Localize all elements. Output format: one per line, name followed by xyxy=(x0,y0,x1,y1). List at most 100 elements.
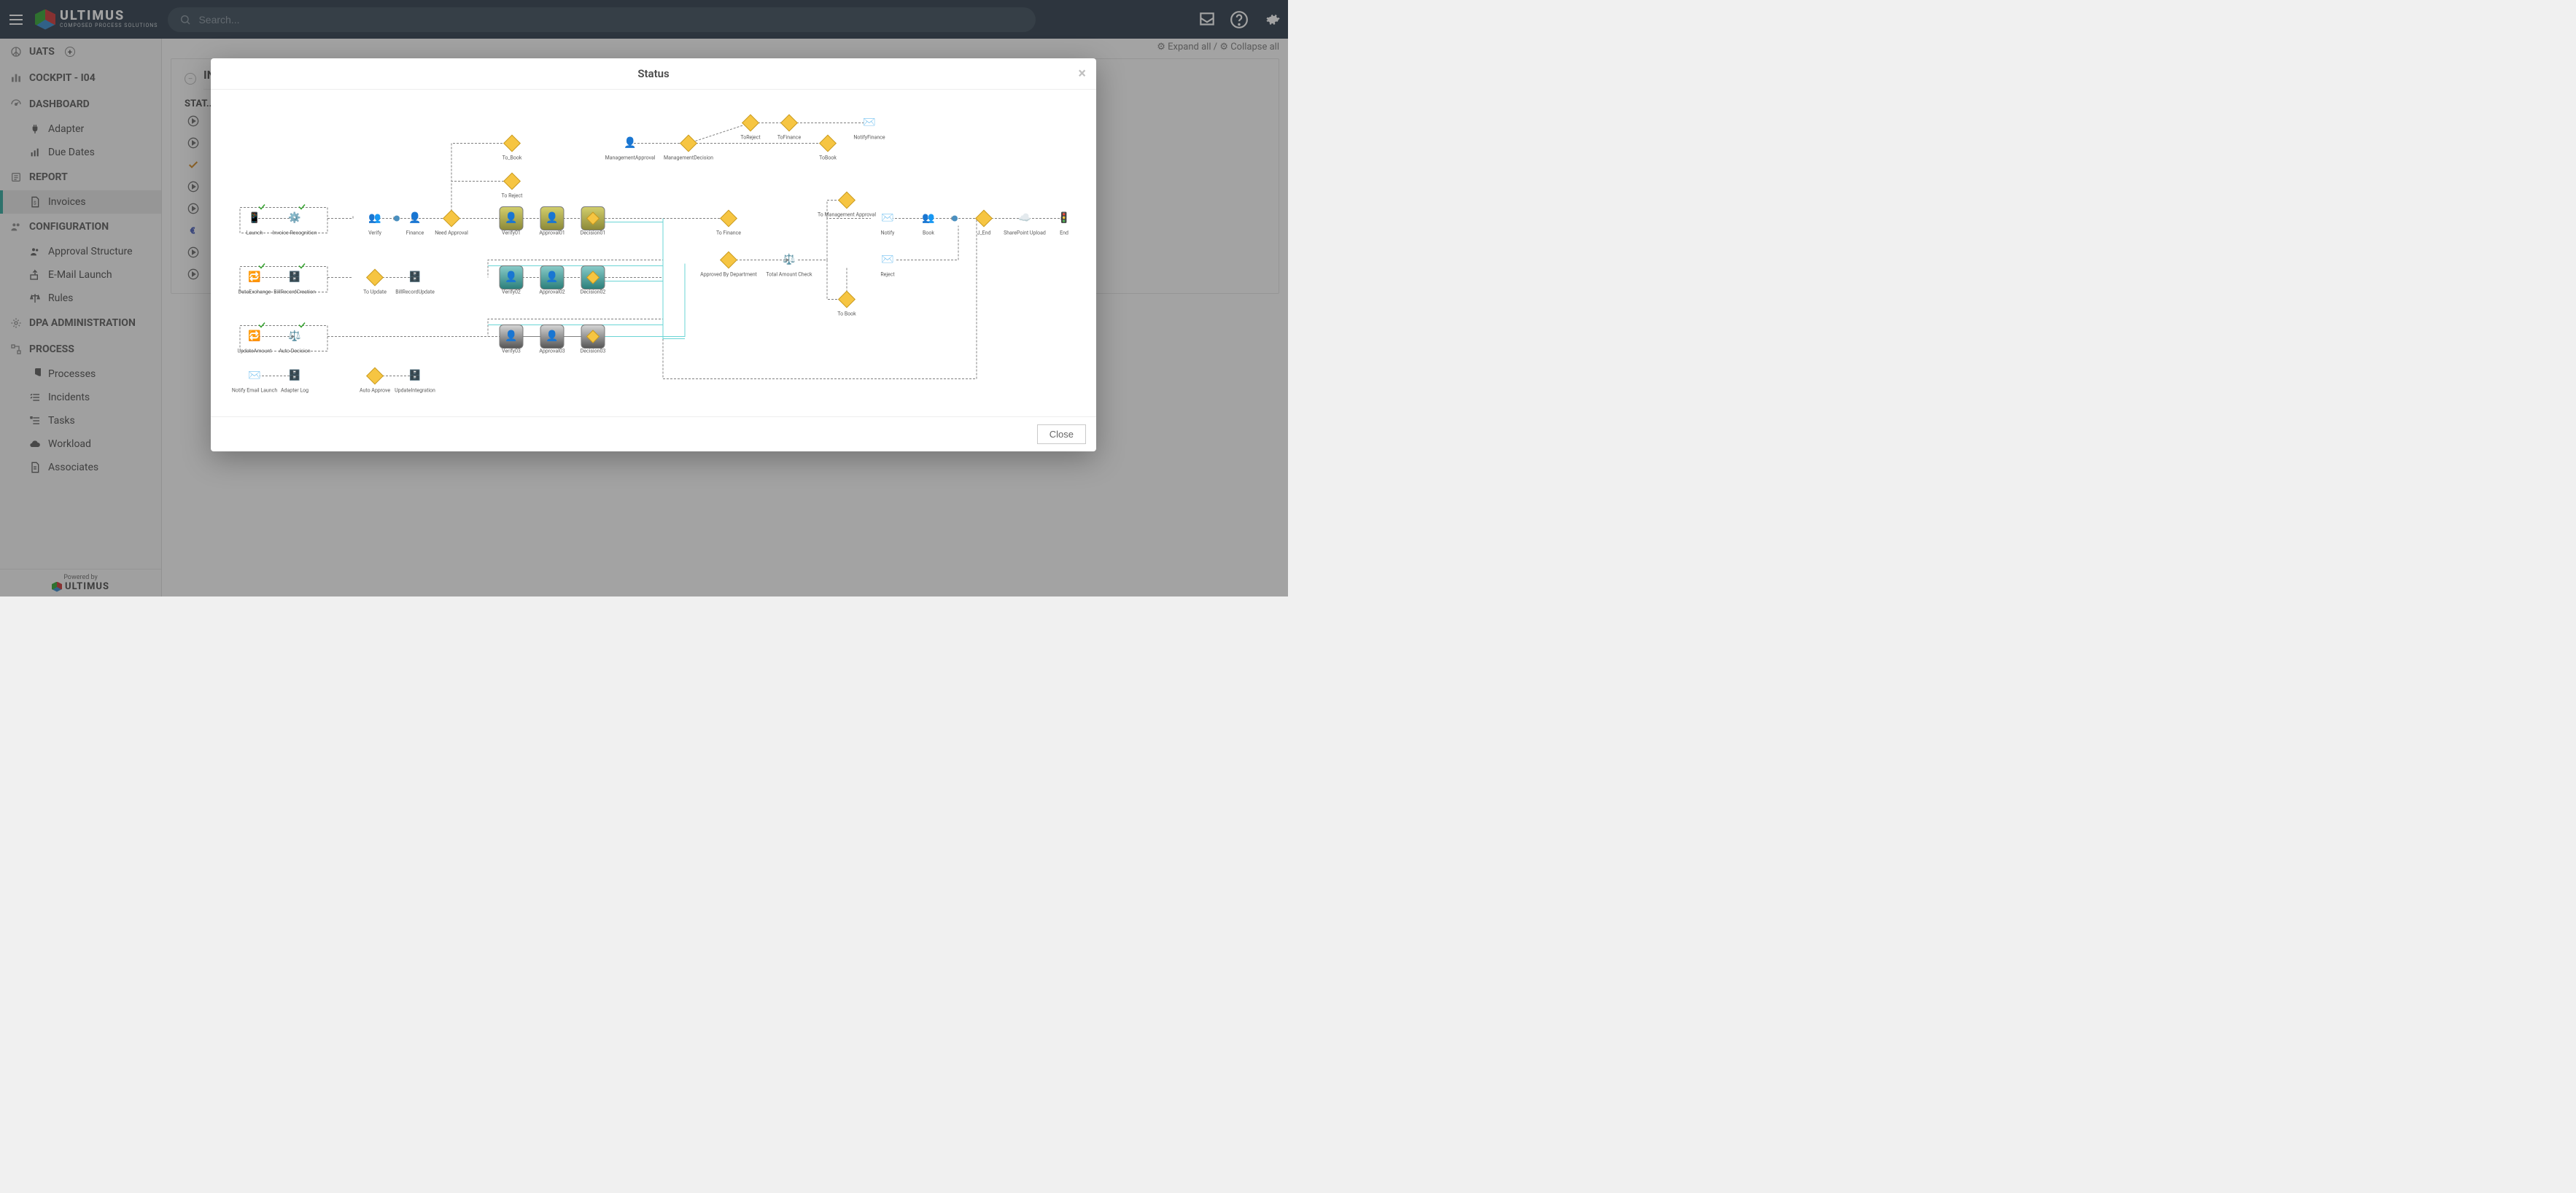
node-sp_upload[interactable]: ☁️SharePoint Upload xyxy=(1004,212,1046,236)
svg-text:🔁: 🔁 xyxy=(248,330,260,342)
node-to_finance3[interactable]: To Finance xyxy=(716,210,741,236)
svg-text:Verify02: Verify02 xyxy=(502,289,521,295)
node-need_approval[interactable]: Need Approval xyxy=(435,210,468,236)
node-to_book_g[interactable]: To_Book xyxy=(503,135,522,160)
close-icon[interactable]: × xyxy=(1078,64,1086,82)
node-data_exchange[interactable]: 🔁 DataExchange xyxy=(238,264,271,295)
svg-text:To Book: To Book xyxy=(837,311,856,317)
svg-text:Auto Approve: Auto Approve xyxy=(360,388,390,394)
svg-text:Decision03: Decision03 xyxy=(581,349,606,354)
node-reject[interactable]: ✉️Reject xyxy=(880,254,895,277)
svg-text:Need Approval: Need Approval xyxy=(435,230,468,236)
svg-text:J_End: J_End xyxy=(977,230,991,236)
svg-text:ToReject: ToReject xyxy=(740,135,761,141)
svg-text:Book: Book xyxy=(923,230,934,236)
node-to_finance2[interactable]: ToFinance xyxy=(777,114,802,140)
svg-text:👤: 👤 xyxy=(408,211,421,224)
modal-header: Status × xyxy=(211,58,1096,90)
process-diagram: 📱 Launch ⚙️ Invoice Recognition 🔁 DataExchang… xyxy=(211,90,1096,416)
node-approval03[interactable]: 👤 Approval03 xyxy=(539,325,565,354)
modal-footer: Close xyxy=(211,416,1096,451)
node-adapter_log[interactable]: 🗄️Adapter Log xyxy=(281,369,309,393)
node-decision03[interactable]: Decision03 xyxy=(581,325,606,354)
svg-text:✉️: ✉️ xyxy=(881,212,893,224)
svg-text:Adapter Log: Adapter Log xyxy=(281,388,309,394)
node-verify02[interactable]: 👤 Verify02 xyxy=(500,266,523,295)
svg-text:👤: 👤 xyxy=(505,271,517,283)
node-dot1[interactable] xyxy=(394,216,400,222)
svg-text:DataExchange: DataExchange xyxy=(238,289,271,295)
svg-text:UpdateIntegration: UpdateIntegration xyxy=(395,388,435,394)
node-notify_email[interactable]: ✉️Notify Email Launch xyxy=(232,370,277,393)
svg-text:🔁: 🔁 xyxy=(248,271,260,283)
svg-text:BillRecordCreation: BillRecordCreation xyxy=(273,289,316,295)
modal-title: Status xyxy=(637,67,669,80)
svg-text:✉️: ✉️ xyxy=(248,370,260,381)
node-decision01[interactable]: Decision01 xyxy=(581,207,606,236)
svg-text:Approval01: Approval01 xyxy=(539,230,565,236)
node-approval01[interactable]: 👤 Approval01 xyxy=(539,207,565,236)
svg-text:ManagementApproval: ManagementApproval xyxy=(605,155,656,161)
node-bill_rec_update[interactable]: 🗄️BillRecordUpdate xyxy=(395,271,435,295)
svg-text:Verify: Verify xyxy=(368,230,382,236)
node-update_integration[interactable]: 🗄️ UpdateIntegration xyxy=(395,369,435,393)
node-to_reject2[interactable]: ToReject xyxy=(740,114,761,140)
svg-text:Decision02: Decision02 xyxy=(581,289,606,295)
node-approval02[interactable]: 👤Approval02 xyxy=(539,266,565,295)
node-to_mgmt_app[interactable]: To Management Approval xyxy=(818,192,876,217)
svg-text:Verify01: Verify01 xyxy=(502,230,521,236)
svg-text:✉️: ✉️ xyxy=(863,117,875,128)
svg-text:Invoice Recognition: Invoice Recognition xyxy=(273,230,317,236)
node-auto_approve[interactable]: Auto Approve xyxy=(360,368,390,393)
close-button[interactable]: Close xyxy=(1037,424,1086,444)
status-modal: Status × xyxy=(211,58,1096,451)
node-end[interactable]: 🚦End xyxy=(1058,211,1070,236)
node-update_amount[interactable]: 🔁UpdateAmount xyxy=(238,323,273,354)
svg-text:Approved By Department: Approved By Department xyxy=(700,272,757,278)
node-verify[interactable]: 👥 Verify xyxy=(368,212,382,236)
node-verify01[interactable]: 👤 Verify01 xyxy=(500,207,523,236)
node-to_reject_g[interactable]: To Reject xyxy=(502,173,524,198)
node-finance[interactable]: 👤Finance xyxy=(406,211,424,236)
node-to_book2[interactable]: ToBook xyxy=(819,135,837,160)
svg-text:👥: 👥 xyxy=(922,212,934,224)
svg-text:🗄️: 🗄️ xyxy=(408,369,421,381)
svg-text:📱: 📱 xyxy=(248,211,260,224)
svg-text:⚙️: ⚙️ xyxy=(288,211,300,224)
svg-text:👤: 👤 xyxy=(505,211,517,224)
svg-text:Decision01: Decision01 xyxy=(581,230,606,236)
node-j_end[interactable]: J_End xyxy=(976,210,993,236)
node-book[interactable]: 👥 Book xyxy=(922,212,934,236)
node-to_book3[interactable]: To Book xyxy=(837,291,856,316)
svg-text:Launch: Launch xyxy=(247,230,263,236)
svg-text:⚖️: ⚖️ xyxy=(288,330,300,342)
svg-text:👤: 👤 xyxy=(546,211,558,224)
svg-text:🗄️: 🗄️ xyxy=(288,271,300,283)
svg-text:👤: 👤 xyxy=(546,330,558,342)
node-verify03[interactable]: 👤Verify03 xyxy=(500,325,523,354)
node-launch[interactable]: 📱 Launch xyxy=(247,205,265,236)
node-bill_rec_create[interactable]: 🗄️ BillRecordCreation xyxy=(273,264,316,295)
node-approvedby[interactable]: Approved By Department xyxy=(700,252,757,277)
svg-text:✉️: ✉️ xyxy=(881,254,893,265)
node-notify[interactable]: ✉️ Notify xyxy=(881,212,895,236)
node-decision02[interactable]: Decision02 xyxy=(581,266,606,295)
node-dot2[interactable] xyxy=(952,216,958,222)
node-notify_finance[interactable]: ✉️NotifyFinance xyxy=(853,117,885,140)
node-total_amt[interactable]: ⚖️Total Amount Check xyxy=(766,253,812,277)
svg-text:🚦: 🚦 xyxy=(1058,211,1070,224)
svg-text:ManagementDecision: ManagementDecision xyxy=(664,155,713,161)
svg-text:To Finance: To Finance xyxy=(716,230,741,236)
node-mgmt_approval[interactable]: 👤ManagementApproval xyxy=(605,136,656,160)
svg-text:Total Amount Check: Total Amount Check xyxy=(766,272,812,278)
node-invoice_recog[interactable]: ⚙️ Invoice Recognition xyxy=(273,205,317,236)
svg-text:Notify: Notify xyxy=(881,230,895,236)
node-mgmt_decision[interactable]: ManagementDecision xyxy=(664,135,713,160)
svg-text:To Update: To Update xyxy=(363,289,387,295)
svg-text:Verify03: Verify03 xyxy=(502,349,521,354)
node-auto_decision[interactable]: ⚖️ Auto Decision xyxy=(279,323,310,354)
svg-text:Approval03: Approval03 xyxy=(539,349,565,354)
svg-text:Auto Decision: Auto Decision xyxy=(279,349,310,354)
node-to_update[interactable]: To Update xyxy=(363,269,387,295)
svg-text:👥: 👥 xyxy=(368,212,381,224)
